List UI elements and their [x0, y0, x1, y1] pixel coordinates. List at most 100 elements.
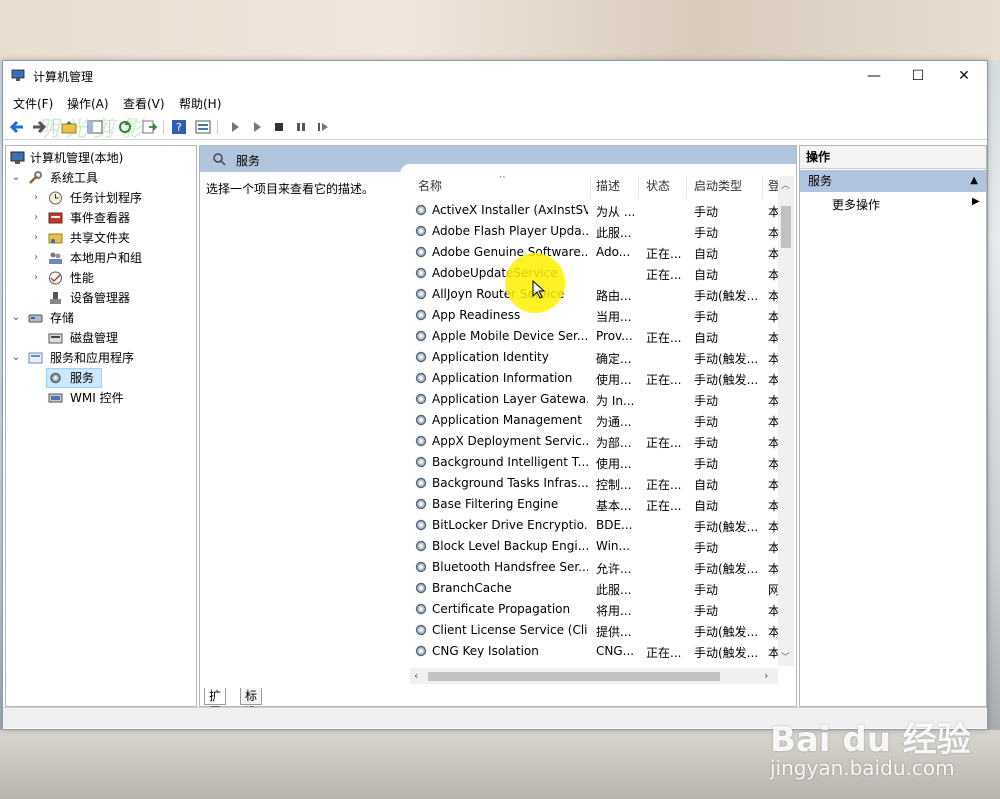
- service-row[interactable]: BitLocker Drive Encryptio... BDE... 手动(触发.…: [410, 515, 782, 536]
- tree-root[interactable]: 计算机管理(本地): [10, 148, 194, 168]
- service-row[interactable]: App Readiness 当用... 手动本: [410, 305, 782, 326]
- service-row[interactable]: AdobeUpdateService 正在... 自动本: [410, 263, 782, 284]
- service-row[interactable]: Application Information 使用... 正在... 手动(触发..…: [410, 368, 782, 389]
- column-header-startup[interactable]: 启动类型: [694, 176, 742, 196]
- pause-service-icon[interactable]: [293, 119, 309, 135]
- service-row[interactable]: Certificate Propagation 将用... 手动本: [410, 599, 782, 620]
- actions-section-services[interactable]: 服务 ▲: [800, 170, 986, 192]
- expand-chevron-icon[interactable]: ›: [30, 208, 42, 228]
- tab-extended[interactable]: 扩展: [204, 688, 227, 719]
- menu-action[interactable]: 操作(A): [67, 95, 109, 112]
- computer-icon: [10, 151, 25, 164]
- service-row[interactable]: Client License Service (Cli... 提供... 手动(触发…: [410, 620, 782, 641]
- scroll-right-icon[interactable]: ›: [764, 669, 768, 682]
- tree-item-disk-management[interactable]: 磁盘管理: [30, 328, 194, 348]
- column-divider[interactable]: [590, 176, 591, 198]
- back-arrow-icon[interactable]: [9, 119, 25, 135]
- service-name: Application Management: [432, 413, 582, 427]
- column-divider[interactable]: [762, 176, 763, 198]
- service-row[interactable]: AppX Deployment Servic... 为部... 正在... 手动本: [410, 431, 782, 452]
- service-startup-type: 手动(触发...: [694, 373, 759, 387]
- scroll-up-icon[interactable]: ︿: [781, 178, 790, 191]
- tree-item-wmi[interactable]: WMI 控件: [30, 388, 194, 408]
- restart-service-icon[interactable]: [315, 119, 331, 135]
- maximize-button[interactable]: ☐: [895, 61, 941, 91]
- start-service-alt-icon[interactable]: [249, 119, 265, 135]
- service-startup-type: 手动(触发...: [694, 289, 759, 303]
- menu-view[interactable]: 查看(V): [123, 95, 165, 112]
- service-gear-icon: [415, 582, 427, 594]
- list-tab-curve: [400, 164, 796, 174]
- service-row[interactable]: Application Identity 确定... 手动(触发... 本: [410, 347, 782, 368]
- tree-item-device-manager[interactable]: 设备管理器: [30, 288, 194, 308]
- scroll-down-icon[interactable]: ﹀: [781, 650, 790, 663]
- service-row[interactable]: Background Tasks Infras... 控制... 正在... 自动本: [410, 473, 782, 494]
- tree-item-shared-folders[interactable]: › 共享文件夹: [30, 228, 194, 248]
- service-row[interactable]: Adobe Flash Player Upda... 此服... 手动本: [410, 221, 782, 242]
- help-icon[interactable]: ?: [171, 119, 187, 135]
- service-status: 正在...: [646, 478, 682, 492]
- column-header-name[interactable]: 名称: [418, 176, 442, 196]
- menu-file[interactable]: 文件(F): [13, 95, 53, 112]
- service-description: Ado...: [596, 245, 631, 259]
- collapse-chevron-icon[interactable]: ⌄: [10, 348, 22, 368]
- scroll-left-icon[interactable]: ‹: [414, 669, 418, 682]
- service-gear-icon: [415, 540, 427, 552]
- vertical-scrollbar[interactable]: ︿ ﹀: [778, 176, 794, 666]
- service-row[interactable]: BranchCache 此服... 手动网: [410, 578, 782, 599]
- column-header-status[interactable]: 状态: [646, 176, 670, 196]
- tree-item-system-tools[interactable]: ⌄ 系统工具: [10, 168, 194, 188]
- service-startup-type: 手动: [694, 205, 719, 219]
- service-row[interactable]: Adobe Genuine Software... Ado... 正在... 自动本: [410, 242, 782, 263]
- collapse-chevron-icon[interactable]: ⌄: [10, 168, 22, 188]
- service-row[interactable]: AllJoyn Router Service 路由... 手动(触发... 本: [410, 284, 782, 305]
- show-hide-tree-icon[interactable]: [87, 119, 103, 135]
- horizontal-scrollbar[interactable]: ‹ ›: [410, 668, 778, 684]
- device-manager-icon: [50, 292, 61, 304]
- service-description: 将用...: [596, 604, 632, 618]
- close-button[interactable]: ✕: [941, 61, 987, 91]
- tree-item-local-users[interactable]: › 本地用户和组: [30, 248, 194, 268]
- tab-standard[interactable]: 标准: [240, 688, 263, 719]
- service-row[interactable]: CNG Key Isolation CNG... 正在... 手动(触发... 本: [410, 641, 782, 662]
- tree-item-task-scheduler[interactable]: › 任务计划程序: [30, 188, 194, 208]
- service-description: 此服...: [596, 583, 632, 597]
- service-row[interactable]: Block Level Backup Engi... Win... 手动本: [410, 536, 782, 557]
- column-divider[interactable]: [638, 176, 639, 198]
- menu-help[interactable]: 帮助(H): [179, 95, 221, 112]
- service-row[interactable]: Application Management 为通... 手动本: [410, 410, 782, 431]
- tree-item-event-viewer[interactable]: › 事件查看器: [30, 208, 194, 228]
- refresh-icon[interactable]: [117, 119, 133, 135]
- minimize-button[interactable]: —: [851, 61, 897, 91]
- properties-icon[interactable]: [195, 119, 211, 135]
- collapse-chevron-icon[interactable]: ⌄: [10, 308, 22, 328]
- start-service-icon[interactable]: [227, 119, 243, 135]
- up-folder-icon[interactable]: [61, 119, 77, 135]
- column-divider[interactable]: [686, 176, 687, 198]
- expand-chevron-icon[interactable]: ›: [30, 268, 42, 288]
- service-row[interactable]: Background Intelligent T... 使用... 手动本: [410, 452, 782, 473]
- export-list-icon[interactable]: [141, 119, 157, 135]
- tree-item-services-apps[interactable]: ⌄ 服务和应用程序: [10, 348, 194, 368]
- horizontal-scroll-thumb[interactable]: [428, 672, 720, 681]
- column-header-description[interactable]: 描述: [596, 176, 620, 196]
- title-bar[interactable]: 计算机管理 — ☐ ✕: [3, 61, 987, 91]
- tree-item-services[interactable]: 服务: [30, 368, 194, 388]
- service-row[interactable]: Application Layer Gatewa... 为 In... 手动本: [410, 389, 782, 410]
- tree-item-storage[interactable]: ⌄ 存储: [10, 308, 194, 328]
- service-row[interactable]: Base Filtering Engine 基本... 正在... 自动本: [410, 494, 782, 515]
- more-actions-item[interactable]: 更多操作: [832, 196, 880, 213]
- forward-arrow-icon[interactable]: [31, 119, 47, 135]
- expand-chevron-icon[interactable]: ›: [30, 248, 42, 268]
- stop-service-icon[interactable]: [271, 119, 287, 135]
- svg-text:?: ?: [176, 121, 182, 134]
- tree-item-performance[interactable]: › 性能: [30, 268, 194, 288]
- service-row[interactable]: ActiveX Installer (AxInstSV) 为从 ... 手动本: [410, 200, 782, 221]
- vertical-scroll-thumb[interactable]: [781, 206, 791, 248]
- expand-chevron-icon[interactable]: ›: [30, 188, 42, 208]
- service-row[interactable]: Bluetooth Handsfree Ser... 允许... 手动(触发... 本: [410, 557, 782, 578]
- service-description: 控制...: [596, 478, 632, 492]
- collapse-triangle-icon[interactable]: ▲: [970, 170, 978, 192]
- expand-chevron-icon[interactable]: ›: [30, 228, 42, 248]
- service-row[interactable]: Apple Mobile Device Ser... Prov... 正在... 自动…: [410, 326, 782, 347]
